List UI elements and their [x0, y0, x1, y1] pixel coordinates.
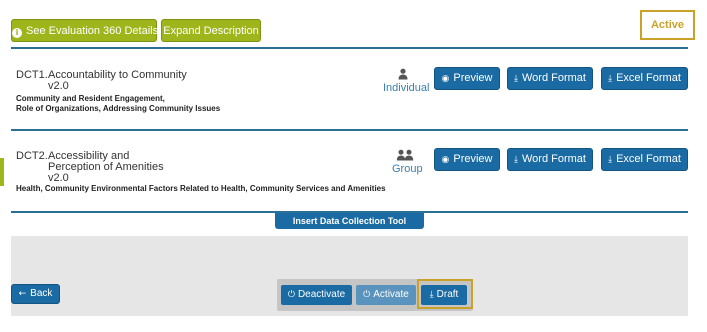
expand-description-button[interactable]: Expand Description — [161, 19, 261, 42]
activate-button[interactable]: ⏻ Activate — [356, 285, 416, 305]
word-format-label: Word Format — [522, 153, 586, 165]
back-button[interactable]: ← Back — [11, 284, 60, 304]
status-badge: Active — [640, 10, 695, 40]
back-label: Back — [30, 288, 53, 299]
tool-subtitle-line: Health, Community Environmental Factors … — [16, 184, 386, 193]
person-icon — [398, 68, 408, 80]
arrow-left-icon: ← — [18, 289, 27, 299]
activate-label: Activate — [373, 289, 409, 300]
power-icon: ⏻ — [287, 290, 295, 300]
side-panel-tab[interactable] — [0, 158, 4, 186]
draft-button[interactable]: ⤓ Draft — [421, 285, 467, 305]
word-format-button[interactable]: ⤓ Word Format — [507, 67, 593, 90]
eye-icon: ◉ — [441, 155, 450, 165]
info-icon: i — [12, 28, 22, 38]
download-icon: ⤓ — [608, 74, 613, 84]
tool-name: Accountability to Community v2.0 — [48, 69, 187, 92]
see-evaluation-details-label: See Evaluation 360 Details — [26, 25, 159, 37]
preview-button[interactable]: ◉ Preview — [434, 67, 500, 90]
tool-code: DCT1. — [16, 69, 48, 81]
word-format-label: Word Format — [522, 72, 586, 84]
download-icon: ⤓ — [429, 290, 434, 300]
download-icon: ⤓ — [514, 155, 518, 165]
divider — [11, 129, 688, 131]
excel-format-label: Excel Format — [616, 72, 681, 84]
tool-subtitle: Health, Community Environmental Factors … — [16, 184, 386, 194]
excel-format-label: Excel Format — [616, 153, 681, 165]
preview-label: Preview — [453, 72, 493, 84]
deactivate-button[interactable]: ⏻ Deactivate — [281, 285, 352, 305]
tool-subtitle-line: Community and Resident Engagement, — [16, 94, 165, 103]
tool-name: Accessibility and Perception of Amenitie… — [48, 150, 164, 184]
divider — [11, 47, 688, 49]
word-format-button[interactable]: ⤓ Word Format — [507, 148, 593, 171]
download-icon: ⤓ — [514, 74, 518, 84]
insert-data-collection-tool-button[interactable]: Insert Data Collection Tool — [275, 213, 424, 229]
deactivate-label: Deactivate — [297, 289, 346, 300]
tool-code: DCT2. — [16, 150, 48, 162]
draft-label: Draft — [436, 289, 459, 300]
tool-type-label: Group — [392, 163, 423, 175]
preview-label: Preview — [453, 153, 493, 165]
tool-subtitle-line: Role of Organizations, Addressing Commun… — [16, 104, 221, 113]
excel-format-button[interactable]: ⤓ Excel Format — [601, 67, 688, 90]
tool-subtitle: Community and Resident Engagement, Role … — [16, 94, 220, 114]
see-evaluation-details-button[interactable]: i See Evaluation 360 Details — [11, 19, 159, 42]
expand-description-label: Expand Description — [163, 25, 259, 37]
download-icon: ⤓ — [608, 155, 613, 165]
eye-icon: ◉ — [441, 74, 450, 84]
excel-format-button[interactable]: ⤓ Excel Format — [601, 148, 688, 171]
group-icon — [396, 149, 414, 161]
tool-type-label: Individual — [383, 82, 430, 94]
preview-button[interactable]: ◉ Preview — [434, 148, 500, 171]
power-icon: ⏻ — [363, 290, 371, 300]
